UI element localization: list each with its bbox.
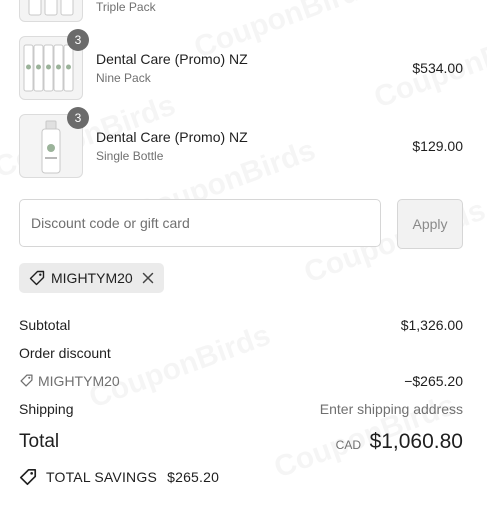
bottle-image (28, 0, 74, 16)
total-savings-value: $265.20 (167, 469, 220, 485)
subtotal-label: Subtotal (19, 317, 71, 333)
total-savings: TOTAL SAVINGS $265.20 (46, 469, 219, 485)
apply-button[interactable]: Apply (397, 199, 463, 249)
total-savings-label: TOTAL SAVINGS (46, 469, 157, 485)
discount-value: −$265.20 (404, 373, 463, 389)
tag-icon (29, 270, 45, 286)
shipping-label: Shipping (19, 401, 74, 417)
product-thumbnail: 3 (19, 29, 89, 100)
watermark: CouponBirds (85, 319, 275, 416)
line-item-triple-pack: Triple Pack (19, 0, 463, 22)
product-name: Dental Care (Promo) NZ (96, 51, 248, 67)
shipping-value: Enter shipping address (319, 401, 463, 417)
product-variant: Single Bottle (96, 149, 164, 163)
product-thumbnail: 3 (19, 107, 89, 178)
subtotal-value: $1,326.00 (400, 317, 463, 333)
discount-code-input[interactable] (19, 199, 381, 247)
applied-discount-code: MIGHTYM20 (51, 270, 133, 286)
order-discount-label: Order discount (19, 345, 111, 361)
product-variant: Triple Pack (96, 0, 156, 14)
savings-tag-icon (19, 468, 37, 486)
tag-icon (20, 374, 33, 387)
product-name: Dental Care (Promo) NZ (96, 129, 248, 145)
quantity-badge: 3 (67, 107, 89, 129)
close-icon[interactable] (142, 272, 154, 284)
discount-code-label: MIGHTYM20 (38, 373, 120, 389)
quantity-badge: 3 (67, 29, 89, 51)
product-thumbnail (19, 0, 83, 22)
total-value: $1,060.80 (369, 430, 463, 453)
product-price: $129.00 (412, 138, 463, 154)
line-item-single-bottle: 3 Dental Care (Promo) NZ Single Bottle $… (19, 107, 463, 178)
applied-discount-chip: MIGHTYM20 (19, 263, 164, 293)
currency-code: CAD (335, 438, 361, 452)
product-price: $534.00 (412, 60, 463, 76)
line-item-nine-pack: 3 Dental Care (Promo) NZ Nine Pack $534.… (19, 29, 463, 100)
product-variant: Nine Pack (96, 71, 151, 85)
total-label: Total (19, 431, 60, 452)
